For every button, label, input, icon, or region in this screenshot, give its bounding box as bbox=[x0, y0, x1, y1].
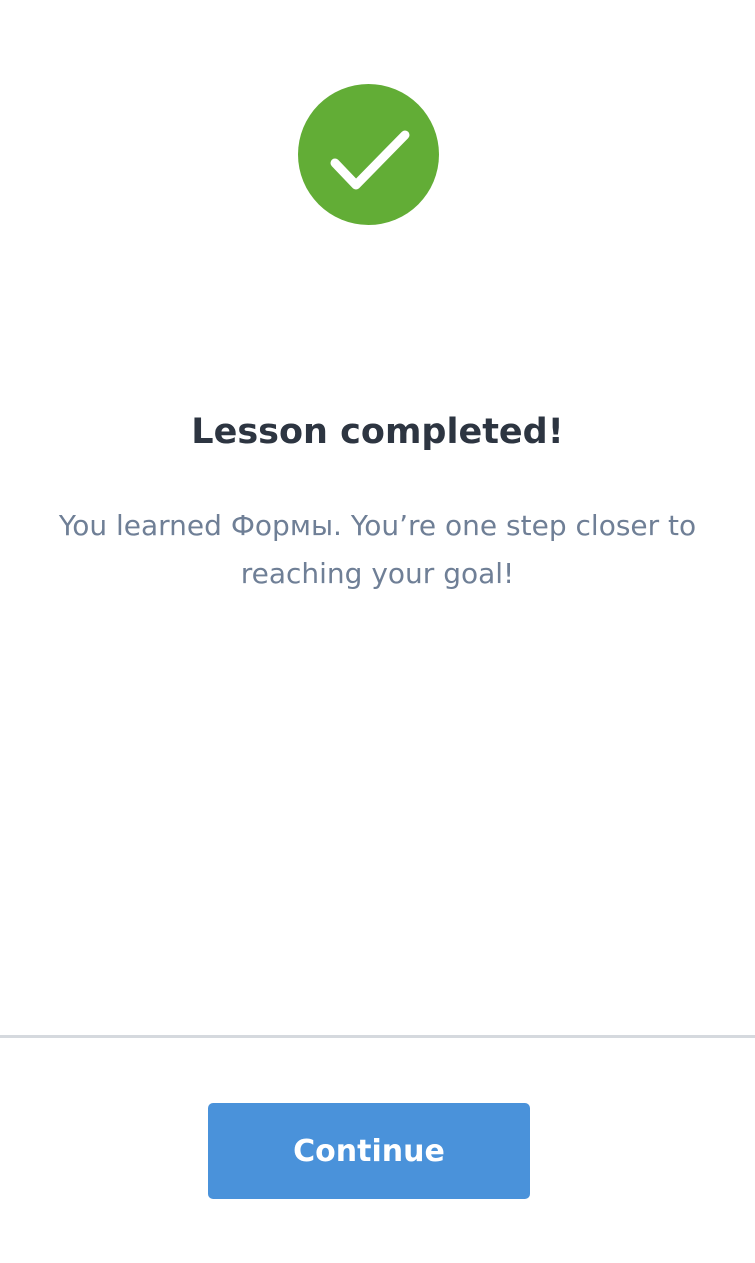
footer-divider bbox=[0, 1035, 755, 1038]
lesson-complete-screen: Lesson completed! You learned Формы. You… bbox=[0, 0, 755, 1263]
lesson-complete-title: Lesson completed! bbox=[191, 412, 564, 452]
checkmark-icon bbox=[330, 130, 410, 190]
success-badge bbox=[298, 84, 439, 225]
continue-button[interactable]: Continue bbox=[208, 1103, 530, 1199]
lesson-complete-message: You learned Формы. You’re one step close… bbox=[58, 509, 697, 590]
